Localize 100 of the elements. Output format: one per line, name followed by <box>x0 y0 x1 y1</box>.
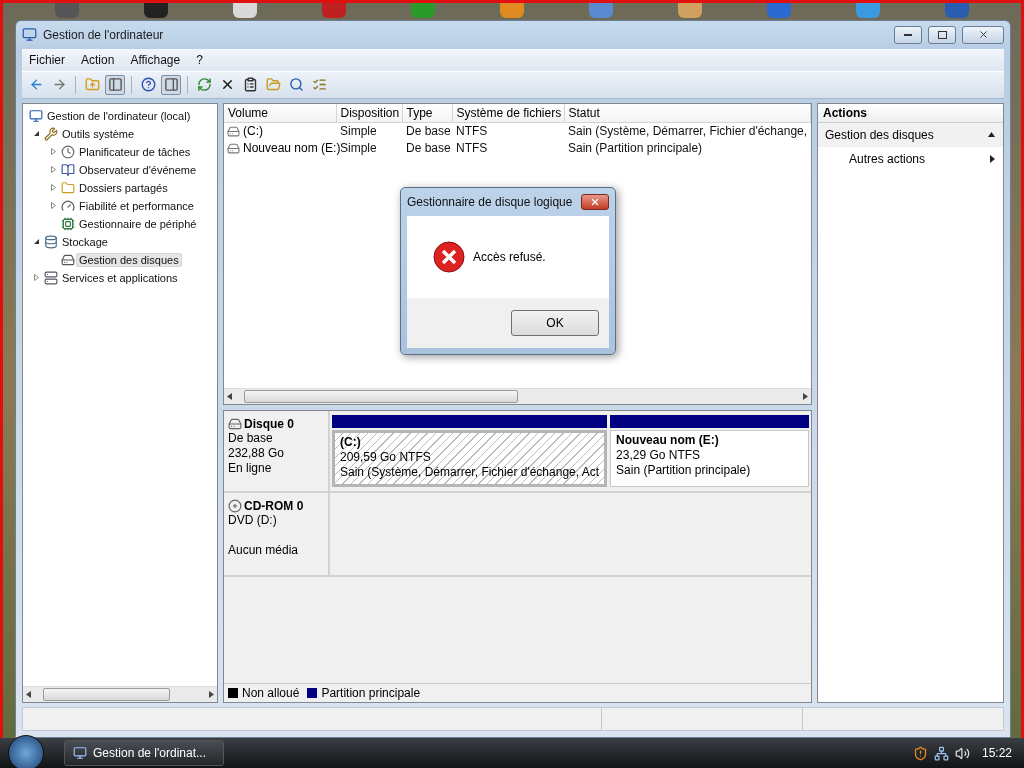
expanded-arrow-icon[interactable] <box>32 130 40 138</box>
disk-name: Disque 0 <box>244 416 294 431</box>
volume-name: Nouveau nom (E:) <box>243 141 341 156</box>
volume-name: (C:) <box>243 124 263 139</box>
tree-item[interactable]: Gestionnaire de périphé <box>76 216 200 231</box>
network-icon[interactable] <box>933 745 949 761</box>
collapsed-arrow-icon[interactable] <box>49 184 57 192</box>
window-title: Gestion de l'ordinateur <box>43 27 165 42</box>
close-button[interactable] <box>581 194 609 210</box>
legend-label: Partition principale <box>321 686 421 700</box>
scroll-right-icon[interactable] <box>803 392 808 400</box>
horizontal-scrollbar[interactable] <box>23 686 217 702</box>
tree-item[interactable]: Outils système <box>59 126 138 141</box>
wrench-icon <box>44 126 58 141</box>
forward-icon <box>51 77 67 93</box>
folder-up-icon <box>84 77 100 93</box>
tree-pane-button[interactable] <box>105 74 125 95</box>
menu-item[interactable]: Fichier <box>22 52 72 67</box>
desktop-icon[interactable] <box>144 3 169 18</box>
action-section[interactable]: Gestion des disques <box>818 122 1003 147</box>
folder-icon <box>61 180 75 195</box>
computer-icon <box>22 27 37 43</box>
menu-item[interactable]: Affichage <box>123 52 188 67</box>
menu-item[interactable]: ? <box>189 52 210 67</box>
ok-button[interactable]: OK <box>511 310 599 336</box>
minimize-icon <box>904 33 912 36</box>
drive-icon <box>227 141 240 155</box>
caret-up-icon <box>988 132 995 138</box>
start-button[interactable] <box>8 735 44 768</box>
shield-icon[interactable] <box>912 745 928 761</box>
dialog-title: Gestionnaire de disque logique <box>407 195 573 209</box>
tree-item[interactable]: Planificateur de tâches <box>76 144 194 159</box>
taskbar-button[interactable]: Gestion de l'ordinat... <box>64 740 224 766</box>
database-icon <box>44 234 58 249</box>
checklist-icon <box>311 77 327 93</box>
tree-item[interactable]: Observateur d'événeme <box>76 162 200 177</box>
legend-label: Non alloué <box>242 686 300 700</box>
horizontal-scrollbar[interactable] <box>224 387 811 404</box>
back-icon <box>28 77 44 93</box>
volume-icon[interactable] <box>954 745 970 761</box>
scroll-left-icon[interactable] <box>26 691 31 698</box>
error-message: Accès refusé. <box>473 250 546 264</box>
desktop-icon[interactable] <box>233 3 258 18</box>
partition-block[interactable]: Nouveau nom (E:) 23,29 Go NTFS Sain (Partition principale) <box>610 429 809 487</box>
clock-icon <box>61 144 75 159</box>
collapsed-arrow-icon[interactable] <box>49 202 57 210</box>
action-pane-button[interactable] <box>161 74 181 95</box>
computer-icon <box>29 108 43 123</box>
desktop-icon[interactable] <box>677 3 702 18</box>
expanded-arrow-icon[interactable] <box>32 238 40 246</box>
tree-pane-icon <box>107 77 123 93</box>
clipboard-icon <box>242 77 258 93</box>
tree-item[interactable]: Fiabilité et performance <box>76 198 197 213</box>
gauge-icon <box>61 198 75 213</box>
table-cell: NTFS <box>452 122 564 140</box>
column-header[interactable]: Système de fichiers <box>452 103 564 123</box>
collapsed-arrow-icon[interactable] <box>49 166 57 174</box>
table-cell-text: NTFS <box>455 140 489 157</box>
action-pane-icon <box>163 77 179 93</box>
tree-item[interactable]: Gestion des disques <box>76 252 182 267</box>
collapsed-arrow-icon[interactable] <box>32 274 40 282</box>
minimize-button[interactable] <box>894 25 922 44</box>
tree-item[interactable]: Dossiers partagés <box>76 180 171 195</box>
table-cell: Simple <box>336 122 402 140</box>
column-header[interactable]: Type <box>402 103 452 123</box>
table-cell-text: De base <box>405 140 452 157</box>
search-icon <box>288 77 304 93</box>
disk-info: DVD (D:) <box>228 512 278 528</box>
disk-info: 232,88 Go <box>228 445 286 461</box>
clock-text: 15:22 <box>981 746 1012 760</box>
column-header[interactable]: Volume <box>224 103 336 123</box>
caret-right-icon <box>990 154 995 163</box>
computer-icon <box>73 746 87 760</box>
partition-block[interactable]: (C:) 209,59 Go NTFS Sain (Système, Démarrer, Fichier d'échange, Act <box>332 429 608 487</box>
table-cell: De base <box>402 122 452 140</box>
server-icon <box>44 270 58 285</box>
desktop-icon[interactable] <box>500 3 524 18</box>
tree-item[interactable]: Gestion de l'ordinateur (local) <box>44 108 194 123</box>
scroll-right-icon[interactable] <box>209 691 214 698</box>
disk-info: Aucun média <box>228 542 300 558</box>
drive-icon <box>227 124 240 138</box>
scroll-left-icon[interactable] <box>227 392 232 400</box>
help-icon <box>140 77 156 93</box>
tree-item[interactable]: Services et applications <box>59 270 181 285</box>
maximize-button[interactable] <box>928 25 956 44</box>
folder-icon <box>265 77 281 93</box>
error-icon <box>433 241 465 273</box>
table-cell-text: Sain (Partition principale) <box>567 140 704 157</box>
close-icon <box>590 197 600 207</box>
maximize-icon <box>937 30 947 39</box>
menu-item[interactable]: Action <box>74 52 122 67</box>
column-header[interactable]: Statut <box>564 103 811 123</box>
close-icon <box>977 29 989 41</box>
action-item[interactable]: Autres actions <box>818 146 1003 171</box>
chip-icon <box>61 216 75 231</box>
column-header[interactable]: Disposition <box>336 103 402 123</box>
disk-name: CD-ROM 0 <box>244 498 304 513</box>
collapsed-arrow-icon[interactable] <box>49 148 57 156</box>
tree-item[interactable]: Stockage <box>59 234 111 249</box>
disc-icon <box>228 498 242 513</box>
